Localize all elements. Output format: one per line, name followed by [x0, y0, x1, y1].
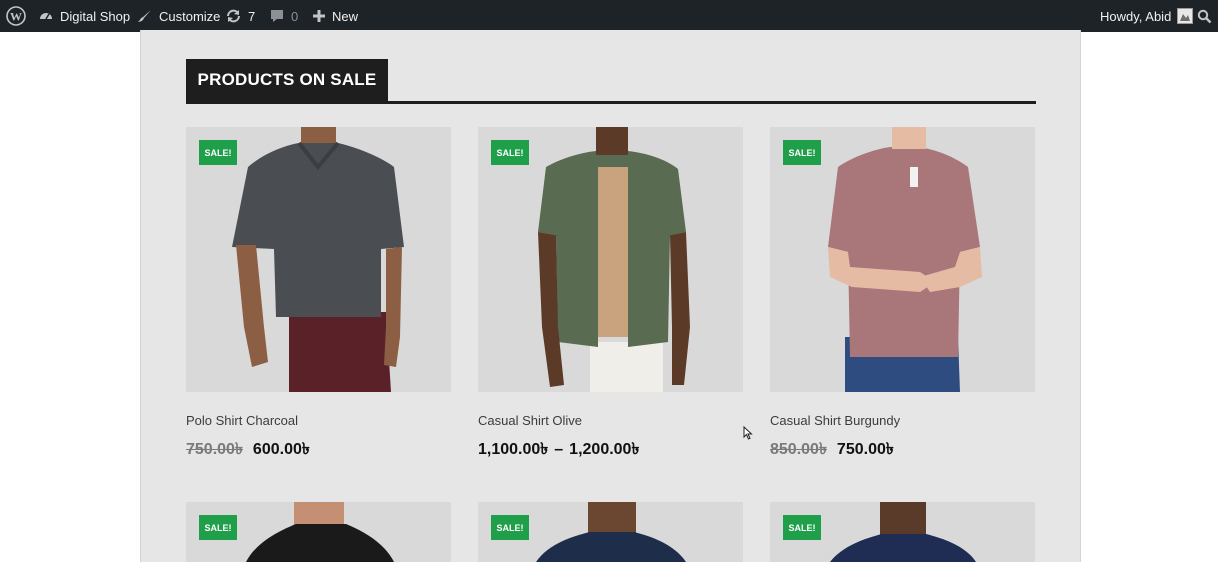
section-header: PRODUCTS ON SALE: [186, 59, 1036, 104]
main-content: PRODUCTS ON SALE SALE! Polo Shirt Charco…: [140, 30, 1081, 562]
price-range-separator: –: [554, 440, 564, 458]
sale-badge: SALE!: [783, 140, 821, 165]
updates-icon: [227, 9, 240, 23]
product-image[interactable]: SALE!: [770, 502, 1035, 562]
updates-link[interactable]: 7: [225, 0, 255, 32]
svg-text:W: W: [10, 10, 22, 24]
customize-label: Customize: [159, 8, 221, 24]
search-button[interactable]: [1197, 0, 1212, 32]
site-name-link[interactable]: Digital Shop: [38, 0, 130, 32]
sale-badge: SALE!: [783, 515, 821, 540]
comments-link[interactable]: 0: [269, 0, 298, 32]
price-to: 1,200.00৳: [569, 441, 640, 458]
brush-icon: [138, 10, 151, 22]
avatar: [1177, 8, 1194, 24]
account-menu[interactable]: Howdy, Abid: [1100, 0, 1194, 32]
product-image[interactable]: SALE!: [770, 127, 1035, 392]
product-photo: [538, 127, 690, 392]
sale-badge: SALE!: [491, 140, 529, 165]
product-image[interactable]: SALE!: [186, 127, 451, 392]
product-price: 750.00৳ 600.00৳: [186, 436, 310, 463]
search-icon: [1197, 9, 1212, 23]
plus-icon: [313, 10, 325, 22]
product-photo: [828, 127, 982, 392]
customize-link[interactable]: Customize: [137, 0, 220, 32]
wordpress-icon: W: [6, 6, 26, 26]
sale-badge: SALE!: [199, 140, 237, 165]
sale-badge: SALE!: [491, 515, 529, 540]
comment-icon: [271, 10, 283, 22]
updates-count: 7: [248, 8, 256, 24]
regular-price: 750.00৳: [186, 441, 243, 458]
greeting-label: Howdy, Abid: [1100, 8, 1172, 24]
product-image[interactable]: SALE!: [478, 502, 743, 562]
price-from: 1,100.00৳: [478, 441, 549, 458]
product-name[interactable]: Polo Shirt Charcoal: [186, 413, 298, 428]
product-photo: [232, 127, 404, 392]
product-price: 850.00৳ 750.00৳: [770, 436, 894, 463]
dashboard-icon: [40, 13, 52, 20]
section-title: PRODUCTS ON SALE: [186, 59, 388, 101]
new-label: New: [332, 8, 359, 24]
wordpress-logo-button[interactable]: W: [6, 0, 26, 32]
comments-count: 0: [291, 8, 299, 24]
sale-price: 600.00৳: [252, 441, 310, 458]
regular-price: 850.00৳: [770, 441, 827, 458]
product-image[interactable]: SALE!: [478, 127, 743, 392]
sale-badge: SALE!: [199, 515, 237, 540]
site-name-label: Digital Shop: [60, 8, 131, 24]
mouse-cursor-icon: [743, 426, 753, 440]
sale-price: 750.00৳: [836, 441, 894, 458]
product-name[interactable]: Casual Shirt Burgundy: [770, 413, 900, 428]
product-price: 1,100.00৳ – 1,200.00৳: [478, 436, 639, 463]
product-image[interactable]: SALE!: [186, 502, 451, 562]
product-name[interactable]: Casual Shirt Olive: [478, 413, 582, 428]
admin-bar: W Digital Shop Customize 7 0 New Howdy, …: [0, 0, 1218, 32]
new-content-link[interactable]: New: [312, 0, 358, 32]
